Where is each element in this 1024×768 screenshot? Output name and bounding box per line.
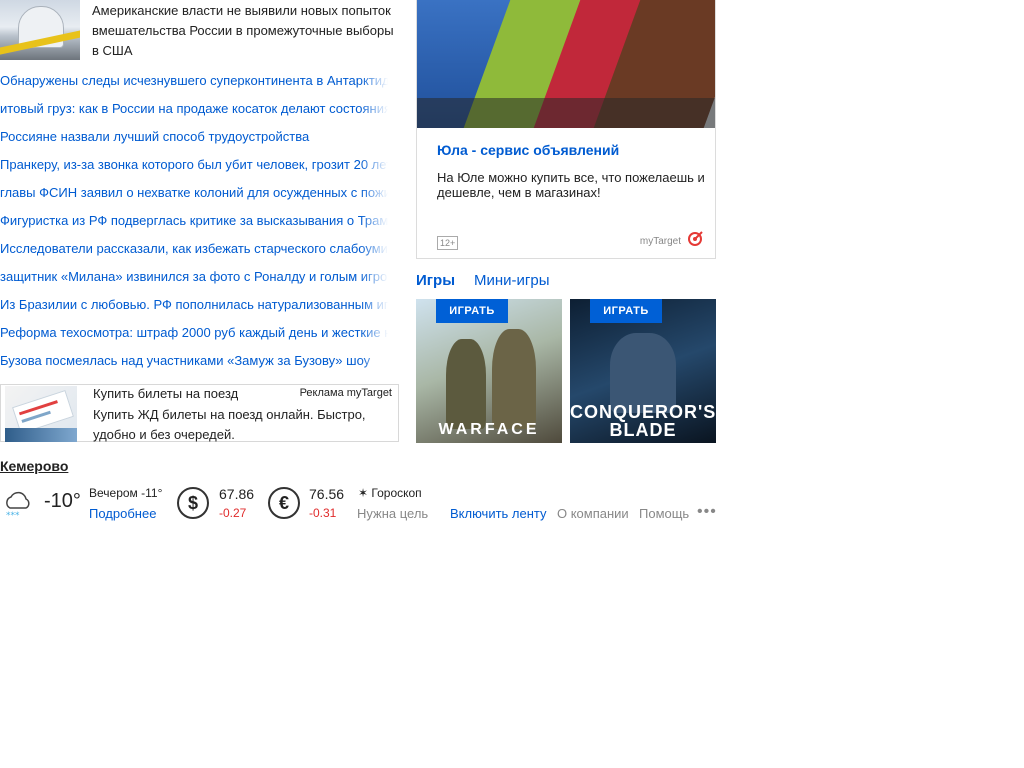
city-link[interactable]: Кемерово [0,458,68,474]
ad-image[interactable] [5,386,77,442]
ad-banner-image[interactable] [417,0,715,128]
game-card-warface[interactable]: ИГРАТЬ WARFACE [416,299,562,443]
game-card-conquerors-blade[interactable]: ИГРАТЬ CONQUEROR'S BLADE [570,299,716,443]
ad-text[interactable]: Купить ЖД билеты на поезд онлайн. Быстро… [93,405,383,445]
euro-icon: € [268,487,300,519]
news-link[interactable]: Бузова посмеялась над участниками «Замуж… [0,353,370,368]
news-item[interactable]: защитник «Милана» извинился за фото с Ро… [0,267,400,295]
usd-change: -0.27 [219,506,247,520]
news-item[interactable]: главы ФСИН заявил о нехватке колоний для… [0,183,400,211]
train-tickets-ad[interactable]: Купить билеты на поезд Реклама myTarget … [0,384,399,442]
news-link[interactable]: главы ФСИН заявил о нехватке колоний для… [0,185,400,200]
weather-more-link[interactable]: Подробнее [89,506,156,521]
svg-text:***: *** [6,511,20,520]
dollar-icon: $ [177,487,209,519]
ad-text[interactable]: На Юле можно купить все, что пожелаешь и… [437,170,707,200]
conquerors-blade-logo: CONQUEROR'S BLADE [570,402,716,440]
cloud-snow-icon: *** [6,491,30,520]
horoscope-link[interactable]: ✶ Гороскоп [358,486,422,500]
ad-brand-label: myTarget [639,236,681,247]
news-link[interactable]: Россияне назвали лучший способ трудоустр… [0,129,309,144]
tab-games[interactable]: Игры [416,272,455,289]
news-item[interactable]: Обнаружены следы исчезнувшего суперконти… [0,71,400,99]
star-icon: ✶ [358,486,369,500]
eur-rate[interactable]: 76.56 [309,486,344,502]
usd-rate[interactable]: 67.86 [219,486,254,502]
news-link[interactable]: защитник «Милана» извинился за фото с Ро… [0,269,400,284]
horoscope-label: Гороскоп [371,486,422,500]
news-link[interactable]: Из Бразилии с любовью. РФ пополнилась на… [0,297,400,312]
news-item[interactable]: Россияне назвали лучший способ трудоустр… [0,127,400,155]
evening-forecast: Вечером -11° [89,486,163,500]
warface-logo: WARFACE [438,421,540,438]
play-button[interactable]: ИГРАТЬ [590,299,662,323]
play-button[interactable]: ИГРАТЬ [436,299,508,323]
about-company-link[interactable]: О компании [557,506,629,521]
news-item[interactable]: Бузова посмеялась над участниками «Замуж… [0,351,400,379]
top-news-item[interactable]: Американские власти не выявили новых поп… [0,0,400,62]
news-item[interactable]: Фигуристка из РФ подверглась критике за … [0,211,400,239]
tab-mini-games[interactable]: Мини-игры [474,272,550,289]
news-link[interactable]: Реформа техосмотра: штраф 2000 руб кажды… [0,325,400,340]
ad-title[interactable]: Купить билеты на поезд [93,386,238,401]
news-item[interactable]: Реформа техосмотра: штраф 2000 руб кажды… [0,323,400,351]
news-list: Обнаружены следы исчезнувшего суперконти… [0,71,400,379]
help-link[interactable]: Помощь [639,506,689,521]
news-link[interactable]: Обнаружены следы исчезнувшего суперконти… [0,73,397,88]
more-dots-icon[interactable]: ••• [697,503,717,521]
news-item[interactable]: Пранкеру, из-за звонка которого был убит… [0,155,400,183]
top-news-title[interactable]: Американские власти не выявили новых поп… [92,1,402,61]
top-news-thumbnail[interactable] [0,0,80,60]
news-link[interactable]: Пранкеру, из-за звонка которого был убит… [0,157,392,172]
news-item[interactable]: Исследователи рассказали, как избежать с… [0,239,400,267]
news-link[interactable]: Фигуристка из РФ подверглась критике за … [0,213,400,228]
news-link[interactable]: итовый груз: как в России на продаже кос… [0,101,391,116]
news-link[interactable]: Исследователи рассказали, как избежать с… [0,241,395,256]
enable-feed-link[interactable]: Включить ленту [450,506,547,521]
news-item[interactable]: Из Бразилии с любовью. РФ пополнилась на… [0,295,400,323]
news-item[interactable]: итовый груз: как в России на продаже кос… [0,99,400,127]
mytarget-icon[interactable] [687,231,703,247]
ad-label: Реклама myTarget [299,387,392,399]
horoscope-subtitle[interactable]: Нужна цель [357,506,428,521]
age-rating-badge: 12+ [437,236,459,250]
eur-change: -0.31 [309,506,337,520]
yula-ad[interactable]: Юла - сервис объявлений На Юле можно куп… [416,0,716,259]
ad-title[interactable]: Юла - сервис объявлений [437,142,619,158]
current-temperature: -10° [44,490,81,512]
